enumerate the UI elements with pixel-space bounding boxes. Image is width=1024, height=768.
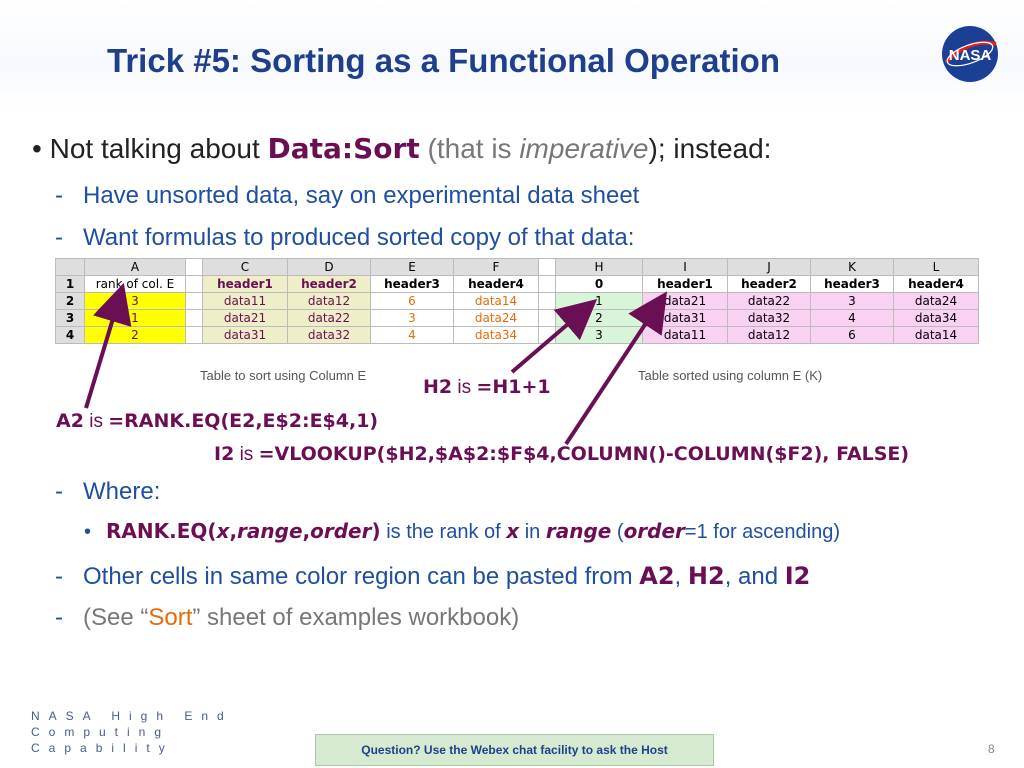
org-footer: NASA High End Computing Capability <box>31 709 233 755</box>
page-number: 8 <box>988 742 995 756</box>
arrow-to-a2 <box>84 282 132 409</box>
annotation-arrows <box>84 282 668 446</box>
arrow-to-h2 <box>510 298 598 374</box>
question-banner: Question? Use the Webex chat facility to… <box>315 734 714 766</box>
arrow-to-i2 <box>564 291 668 446</box>
